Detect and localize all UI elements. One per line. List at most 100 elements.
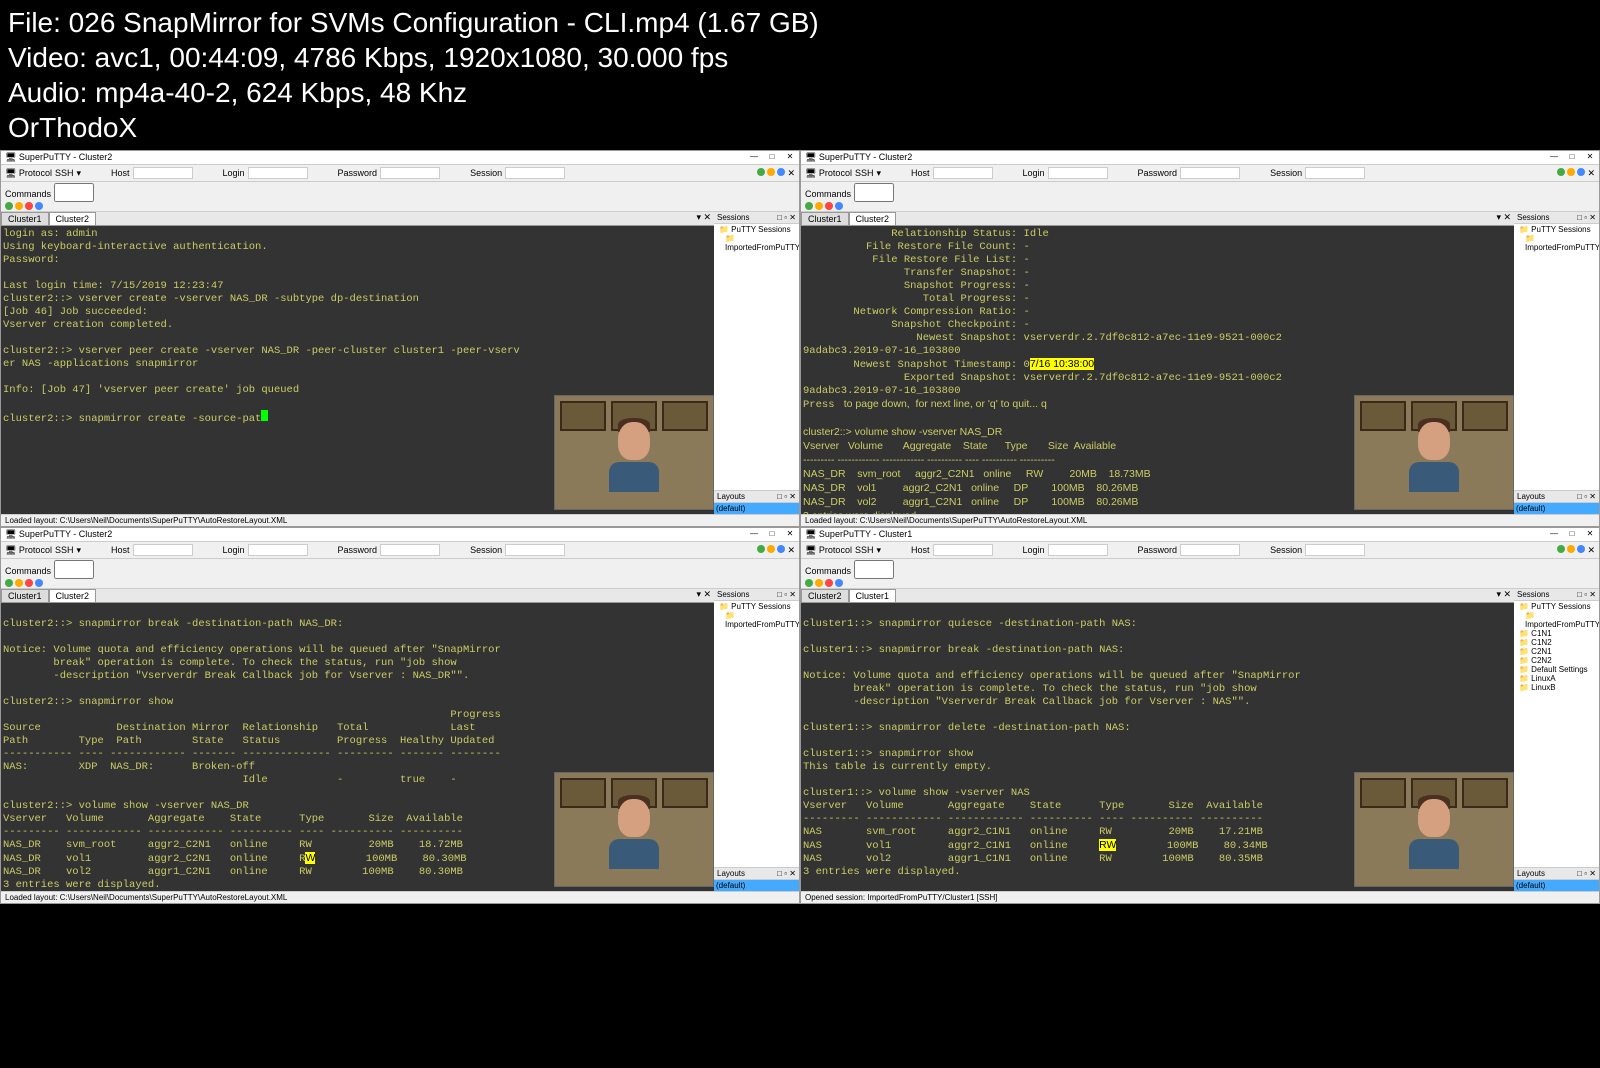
session-tab[interactable]: Cluster2 (49, 212, 97, 225)
tree-root[interactable]: 📁 PuTTY Sessions (717, 225, 796, 234)
dot-icon[interactable] (5, 202, 13, 210)
layout-item[interactable]: (default) (714, 880, 799, 891)
close-icon[interactable]: ✕ (1585, 152, 1595, 162)
dot-icon[interactable] (15, 579, 23, 587)
password-input[interactable] (380, 167, 440, 179)
status-dot-icon[interactable] (1557, 168, 1565, 176)
status-dot-icon[interactable] (757, 545, 765, 553)
layouts-controls-icon[interactable]: □ ▫ ✕ (777, 869, 796, 878)
status-dot-icon[interactable] (767, 168, 775, 176)
sidebar-controls-icon[interactable]: □ ▫ ✕ (777, 590, 796, 599)
session-tab[interactable]: Cluster2 (849, 212, 897, 225)
dot-icon[interactable] (5, 579, 13, 587)
close-session-icon[interactable]: ✕ (1587, 168, 1595, 179)
tree-folder[interactable]: 📁 ImportedFromPuTTY (1517, 611, 1596, 629)
host-input[interactable] (133, 544, 193, 556)
session-tree-item[interactable]: 📁 C1N2 (1517, 638, 1596, 647)
session-tab[interactable]: Cluster1 (1, 589, 49, 602)
session-input[interactable] (1305, 167, 1365, 179)
commands-input[interactable] (54, 183, 94, 202)
status-dot-icon[interactable] (1577, 168, 1585, 176)
maximize-icon[interactable]: □ (767, 152, 777, 162)
host-input[interactable] (933, 544, 993, 556)
tab-menu-icon[interactable]: ▾ ✕ (693, 212, 714, 225)
layout-item[interactable]: (default) (1514, 503, 1599, 514)
dot-icon[interactable] (825, 579, 833, 587)
close-session-icon[interactable]: ✕ (787, 168, 795, 179)
session-input[interactable] (505, 544, 565, 556)
dot-icon[interactable] (25, 579, 33, 587)
dot-icon[interactable] (835, 202, 843, 210)
maximize-icon[interactable]: □ (1567, 529, 1577, 539)
tab-menu-icon[interactable]: ▾ ✕ (693, 589, 714, 602)
session-tree-item[interactable]: 📁 C2N1 (1517, 647, 1596, 656)
login-input[interactable] (248, 544, 308, 556)
protocol-value[interactable]: SSH (55, 545, 74, 555)
sidebar-controls-icon[interactable]: □ ▫ ✕ (1577, 590, 1596, 599)
commands-input[interactable] (54, 560, 94, 579)
dot-icon[interactable] (805, 579, 813, 587)
minimize-icon[interactable]: — (749, 529, 759, 539)
tab-menu-icon[interactable]: ▾ ✕ (1493, 589, 1514, 602)
login-input[interactable] (248, 167, 308, 179)
tree-folder[interactable]: 📁 ImportedFromPuTTY (1517, 234, 1596, 252)
password-input[interactable] (1180, 544, 1240, 556)
close-session-icon[interactable]: ✕ (787, 545, 795, 556)
tree-folder[interactable]: 📁 ImportedFromPuTTY (717, 234, 796, 252)
session-tree-item[interactable]: 📁 LinuxB (1517, 683, 1596, 692)
layouts-controls-icon[interactable]: □ ▫ ✕ (1577, 492, 1596, 501)
dot-icon[interactable] (15, 202, 23, 210)
tab-menu-icon[interactable]: ▾ ✕ (1493, 212, 1514, 225)
commands-input[interactable] (854, 560, 894, 579)
tree-root[interactable]: 📁 PuTTY Sessions (717, 602, 796, 611)
status-dot-icon[interactable] (777, 168, 785, 176)
session-input[interactable] (505, 167, 565, 179)
dot-icon[interactable] (835, 579, 843, 587)
close-session-icon[interactable]: ✕ (1587, 545, 1595, 556)
dot-icon[interactable] (805, 202, 813, 210)
tree-root[interactable]: 📁 PuTTY Sessions (1517, 225, 1596, 234)
host-input[interactable] (933, 167, 993, 179)
status-dot-icon[interactable] (1577, 545, 1585, 553)
session-tree-item[interactable]: 📁 C1N1 (1517, 629, 1596, 638)
tree-root[interactable]: 📁 PuTTY Sessions (1517, 602, 1596, 611)
session-tree-item[interactable]: 📁 C2N2 (1517, 656, 1596, 665)
status-dot-icon[interactable] (777, 545, 785, 553)
dot-icon[interactable] (35, 579, 43, 587)
commands-input[interactable] (854, 183, 894, 202)
session-input[interactable] (1305, 544, 1365, 556)
minimize-icon[interactable]: — (1549, 529, 1559, 539)
dot-icon[interactable] (815, 202, 823, 210)
close-icon[interactable]: ✕ (785, 529, 795, 539)
session-tree-item[interactable]: 📁 LinuxA (1517, 674, 1596, 683)
sidebar-controls-icon[interactable]: □ ▫ ✕ (1577, 213, 1596, 222)
sidebar-controls-icon[interactable]: □ ▫ ✕ (777, 213, 796, 222)
session-tab[interactable]: Cluster1 (1, 212, 49, 225)
protocol-value[interactable]: SSH (855, 545, 874, 555)
close-icon[interactable]: ✕ (1585, 529, 1595, 539)
dot-icon[interactable] (825, 202, 833, 210)
status-dot-icon[interactable] (1557, 545, 1565, 553)
maximize-icon[interactable]: □ (1567, 152, 1577, 162)
protocol-value[interactable]: SSH (55, 168, 74, 178)
password-input[interactable] (380, 544, 440, 556)
tree-folder[interactable]: 📁 ImportedFromPuTTY (717, 611, 796, 629)
protocol-value[interactable]: SSH (855, 168, 874, 178)
status-dot-icon[interactable] (767, 545, 775, 553)
status-dot-icon[interactable] (757, 168, 765, 176)
minimize-icon[interactable]: — (1549, 152, 1559, 162)
session-tree-item[interactable]: 📁 Default Settings (1517, 665, 1596, 674)
layouts-controls-icon[interactable]: □ ▫ ✕ (777, 492, 796, 501)
host-input[interactable] (133, 167, 193, 179)
status-dot-icon[interactable] (1567, 168, 1575, 176)
maximize-icon[interactable]: □ (767, 529, 777, 539)
session-tab[interactable]: Cluster2 (49, 589, 97, 602)
close-icon[interactable]: ✕ (785, 152, 795, 162)
login-input[interactable] (1048, 544, 1108, 556)
layouts-controls-icon[interactable]: □ ▫ ✕ (1577, 869, 1596, 878)
dot-icon[interactable] (25, 202, 33, 210)
session-tab[interactable]: Cluster1 (801, 212, 849, 225)
layout-item[interactable]: (default) (1514, 880, 1599, 891)
session-tab[interactable]: Cluster1 (849, 589, 897, 602)
password-input[interactable] (1180, 167, 1240, 179)
